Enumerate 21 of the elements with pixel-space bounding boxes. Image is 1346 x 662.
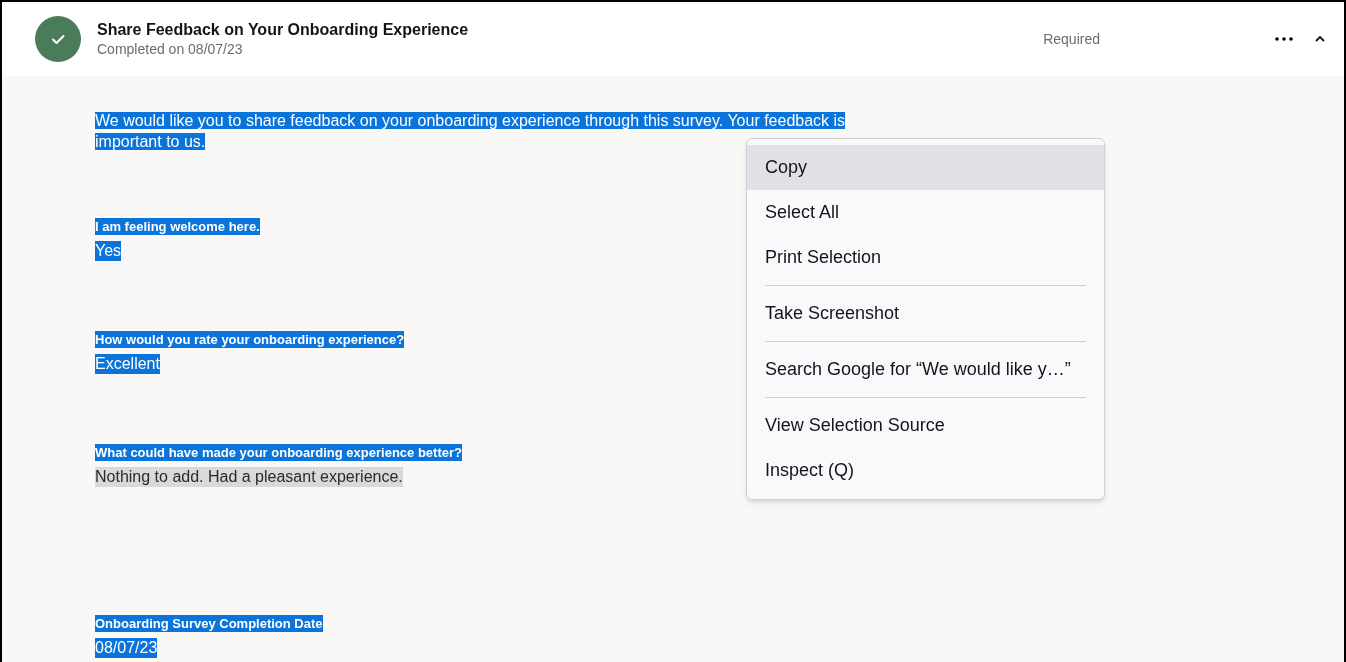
answer-text: Yes [95,241,122,261]
required-label: Required [1043,29,1100,49]
intro-text: We would like you to share feedback on your onboarding experience through this survey. Your feedback is important to us. [95,111,847,152]
menu-item[interactable]: Inspect (Q) [747,448,1104,493]
more-icon [1275,37,1293,41]
menu-item[interactable]: Take Screenshot [747,291,1104,336]
question-label: I am feeling welcome here. [95,218,260,235]
question-label: Onboarding Survey Completion Date [95,615,323,632]
answer-text: 08/07/23 [95,638,158,658]
menu-item[interactable]: Search Google for “We would like y…” [747,347,1104,392]
answer-text: Nothing to add. Had a pleasant experience. [95,467,403,487]
task-title: Share Feedback on Your Onboarding Experience [97,20,469,40]
menu-item[interactable]: Print Selection [747,235,1104,280]
caret-icon [1315,36,1325,42]
menu-item[interactable]: View Selection Source [747,403,1104,448]
menu-item[interactable]: Copy [747,145,1104,190]
question-label: What could have made your onboarding experience better? [95,444,462,461]
completion-date: Completed on 08/07/23 [97,40,244,58]
question-label: How would you rate your onboarding experience? [95,331,405,348]
answer-text: Excellent [95,354,160,374]
menu-item[interactable]: Select All [747,190,1104,235]
